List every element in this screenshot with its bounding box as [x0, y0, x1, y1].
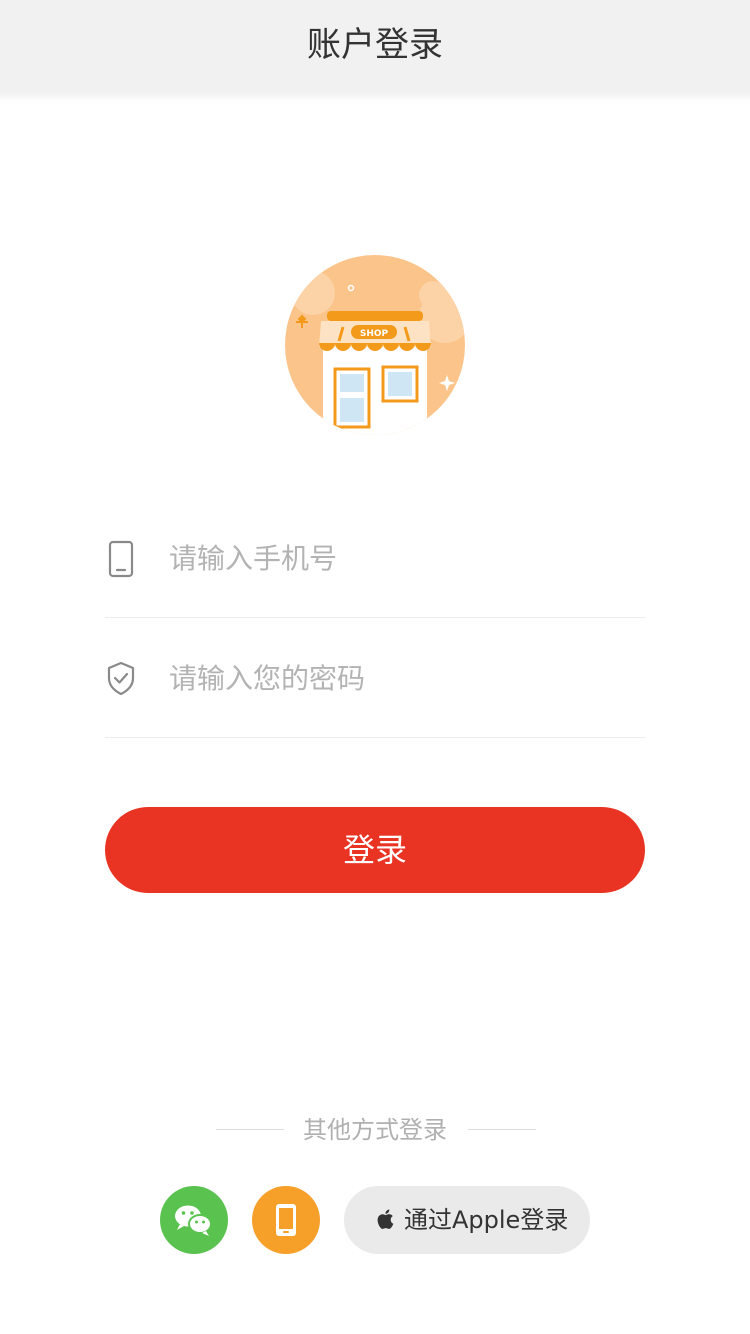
mobile-phone-icon — [105, 540, 137, 578]
page-title: 账户登录 — [307, 25, 443, 65]
phone-input[interactable] — [167, 527, 641, 589]
login-button[interactable]: 登录 — [105, 807, 645, 893]
shop-logo: SHOP — [285, 255, 465, 435]
phone-login-button[interactable] — [252, 1186, 320, 1254]
apple-login-button[interactable]: 通过Apple登录 — [344, 1186, 590, 1254]
wechat-icon — [175, 1205, 212, 1236]
password-input[interactable] — [167, 647, 641, 709]
phone-icon — [276, 1204, 296, 1236]
apple-icon — [376, 1208, 394, 1230]
header-shadow — [0, 92, 750, 102]
navigation-bar: 账户登录 — [0, 0, 750, 92]
apple-login-label: 通过Apple登录 — [404, 1206, 569, 1234]
divider-right — [468, 1129, 536, 1130]
password-field[interactable] — [105, 617, 645, 738]
other-login-title: 其他方式登录 — [303, 1116, 447, 1144]
wechat-login-button[interactable] — [160, 1186, 228, 1254]
shop-sign-text: SHOP — [360, 329, 389, 339]
phone-field[interactable] — [105, 497, 645, 618]
shield-check-icon — [105, 660, 137, 698]
shop-illustration: SHOP — [285, 255, 465, 435]
